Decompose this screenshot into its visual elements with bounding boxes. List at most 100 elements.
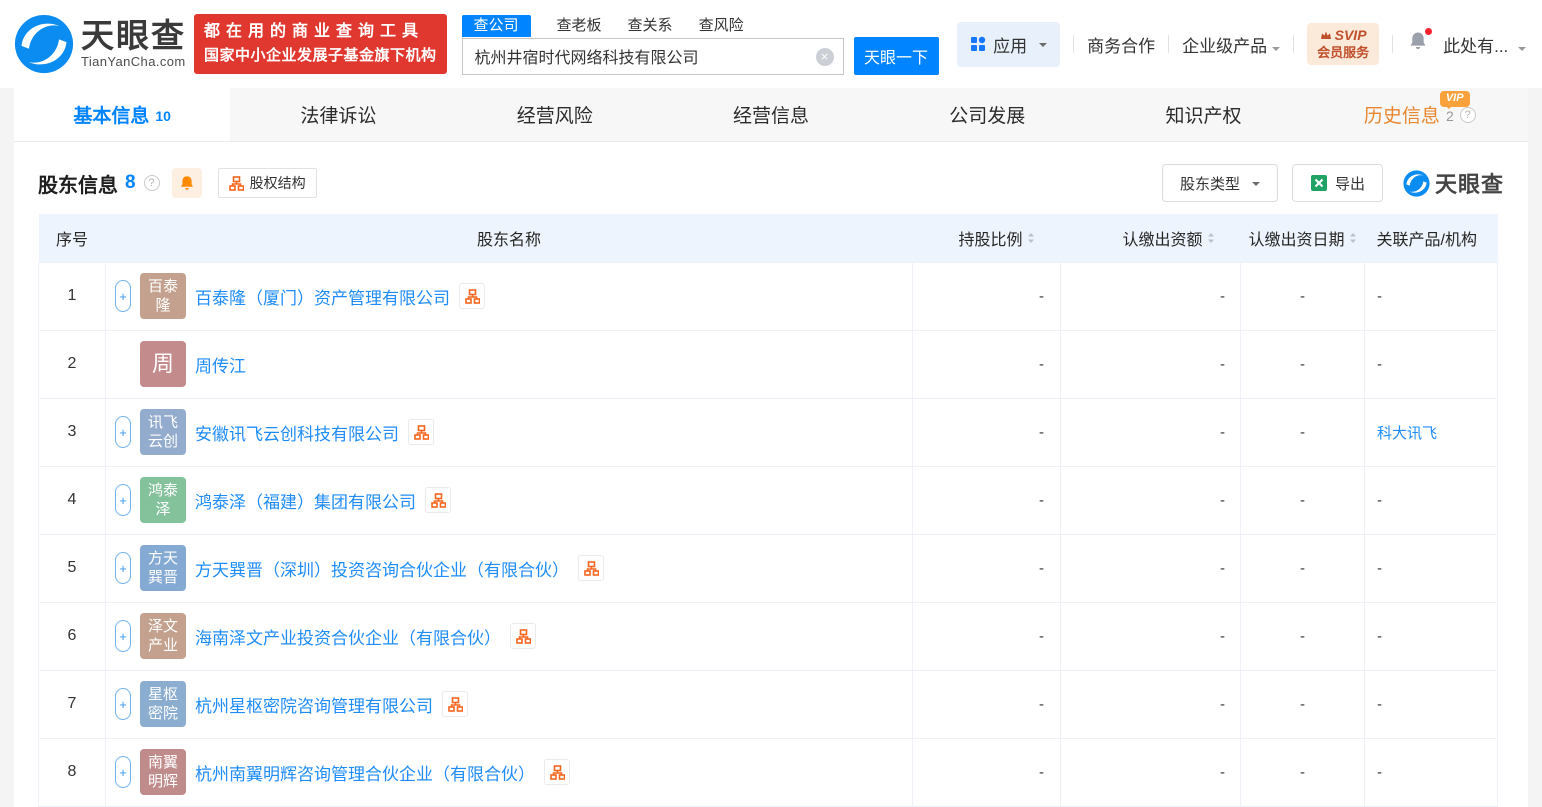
shareholder-avatar[interactable]: 泽文 产业 xyxy=(140,613,186,659)
tab-2[interactable]: 经营风险 xyxy=(447,88,663,141)
shareholder-avatar[interactable]: 南翼 明辉 xyxy=(140,749,186,795)
expand-button[interactable]: + xyxy=(115,416,131,448)
tab-4[interactable]: 公司发展 xyxy=(879,88,1095,141)
tab-6[interactable]: 历史信息 2? VIP xyxy=(1312,88,1528,141)
equity-chart-button[interactable] xyxy=(425,487,451,513)
search-block: 查公司 查老板 查关系 查风险 × 天眼一下 xyxy=(461,13,939,75)
search-tab-2[interactable]: 查关系 xyxy=(628,15,673,37)
nav-enterprise-products[interactable]: 企业级产品 xyxy=(1182,32,1281,57)
column-header-4[interactable]: 认缴出资日期 xyxy=(1240,214,1365,262)
related-cell: - xyxy=(1364,601,1498,671)
expand-button[interactable]: + xyxy=(115,620,131,652)
shareholder-name-link[interactable]: 杭州星枢密院咨询管理有限公司 xyxy=(195,692,433,717)
shareholder-avatar[interactable]: 星枢 密院 xyxy=(140,681,186,727)
equity-structure-button[interactable]: 股权结构 xyxy=(217,168,317,198)
expand-button[interactable]: + xyxy=(115,688,131,720)
tab-5[interactable]: 知识产权 xyxy=(1095,88,1311,141)
table-row: 5 + 方天 巽晋 方天巽晋（深圳）投资咨询合伙企业（有限合伙） - - - - xyxy=(38,533,1498,603)
shareholder-name-link[interactable]: 鸿泰泽（福建）集团有限公司 xyxy=(195,488,416,513)
ratio-cell: - xyxy=(912,261,1061,331)
help-icon[interactable]: ? xyxy=(143,175,160,191)
row-index: 5 xyxy=(38,533,106,603)
ratio-cell: - xyxy=(912,669,1061,739)
row-index: 7 xyxy=(38,669,106,739)
table-row: 6 + 泽文 产业 海南泽文产业投资合伙企业（有限合伙） - - - - xyxy=(38,601,1498,671)
search-input[interactable] xyxy=(461,37,844,75)
amount-cell: - xyxy=(1060,669,1241,739)
tianyancha-logo[interactable]: 天眼查 TianYanCha.com xyxy=(14,14,186,74)
related-cell: - xyxy=(1364,329,1498,399)
sort-icon[interactable] xyxy=(1349,232,1357,244)
shareholder-avatar[interactable]: 方天 巽晋 xyxy=(140,545,186,591)
notifications-bell-icon[interactable] xyxy=(1408,27,1434,57)
table-row: 7 + 星枢 密院 杭州星枢密院咨询管理有限公司 - - - - xyxy=(38,669,1498,739)
equity-chart-button[interactable] xyxy=(578,555,604,581)
logo-domain: TianYanCha.com xyxy=(81,54,186,69)
shareholder-avatar[interactable]: 鸿泰泽 xyxy=(140,477,186,523)
expand-button[interactable]: + xyxy=(115,484,131,516)
shareholder-name-link[interactable]: 百泰隆（厦门）资产管理有限公司 xyxy=(195,284,450,309)
equity-chart-button[interactable] xyxy=(544,759,570,785)
equity-chart-button[interactable] xyxy=(510,623,536,649)
crown-icon xyxy=(1320,31,1331,39)
amount-cell: - xyxy=(1060,533,1241,603)
tab-label: 历史信息 xyxy=(1363,106,1440,127)
date-cell: - xyxy=(1240,329,1365,399)
top-nav: 应用 商务合作 企业级产品 SVIP 会员服务 此处有... xyxy=(957,0,1526,88)
shareholder-name-link[interactable]: 安徽讯飞云创科技有限公司 xyxy=(195,420,399,445)
ratio-cell: - xyxy=(912,533,1061,603)
nav-business-cooperation[interactable]: 商务合作 xyxy=(1087,32,1155,57)
clear-search-icon[interactable]: × xyxy=(815,47,834,66)
column-header-3[interactable]: 认缴出资额 xyxy=(1060,214,1241,262)
section-title: 股东信息 xyxy=(38,174,118,197)
svip-member-badge[interactable]: SVIP 会员服务 xyxy=(1307,23,1380,65)
related-company-link[interactable]: 科大讯飞 xyxy=(1364,397,1498,467)
search-button[interactable]: 天眼一下 xyxy=(853,37,939,75)
search-tab-3[interactable]: 查风险 xyxy=(699,15,744,37)
expand-button[interactable]: + xyxy=(115,280,131,312)
help-icon[interactable]: ? xyxy=(1459,106,1476,123)
apps-label: 应用 xyxy=(993,36,1028,56)
export-button[interactable]: 导出 xyxy=(1291,164,1383,202)
shareholder-avatar[interactable]: 百泰隆 xyxy=(140,273,186,319)
sort-icon[interactable] xyxy=(1027,232,1035,244)
related-cell: - xyxy=(1364,669,1498,739)
section-count: 8 xyxy=(125,172,136,193)
divider xyxy=(1293,35,1295,53)
org-chart-icon xyxy=(413,424,429,440)
search-tab-0[interactable]: 查公司 xyxy=(461,15,531,37)
equity-chart-button[interactable] xyxy=(442,691,468,717)
ratio-cell: - xyxy=(912,329,1061,399)
shareholder-avatar[interactable]: 周 xyxy=(140,341,186,387)
sort-icon[interactable] xyxy=(1207,232,1215,244)
tab-0[interactable]: 基本信息 10 xyxy=(14,88,231,141)
shareholder-name-link[interactable]: 方天巽晋（深圳）投资咨询合伙企业（有限合伙） xyxy=(195,556,569,581)
expand-button[interactable]: + xyxy=(115,756,131,788)
ratio-cell: - xyxy=(912,601,1061,671)
amount-cell: - xyxy=(1060,737,1241,807)
expand-button[interactable]: + xyxy=(115,552,131,584)
org-chart-icon xyxy=(447,696,463,712)
search-tab-1[interactable]: 查老板 xyxy=(557,15,602,37)
date-cell: - xyxy=(1240,669,1365,739)
amount-cell: - xyxy=(1060,465,1241,535)
shareholder-avatar[interactable]: 讯飞 云创 xyxy=(140,409,186,455)
monitor-bell-button[interactable] xyxy=(171,168,202,198)
org-chart-icon xyxy=(515,628,531,644)
slogan-line2: 国家中小企业发展子基金旗下机构 xyxy=(204,47,437,64)
apps-menu[interactable]: 应用 xyxy=(957,21,1061,67)
column-header-0: 序号 xyxy=(38,214,106,262)
shareholder-name-link[interactable]: 海南泽文产业投资合伙企业（有限合伙） xyxy=(195,624,501,649)
tab-3[interactable]: 经营信息 xyxy=(663,88,879,141)
row-index: 3 xyxy=(38,397,106,467)
column-header-2[interactable]: 持股比例 xyxy=(912,214,1061,262)
shareholder-name-link[interactable]: 周传江 xyxy=(195,352,246,377)
shareholder-name-link[interactable]: 杭州南翼明辉咨询管理合伙企业（有限合伙） xyxy=(195,760,535,785)
shareholder-type-dropdown[interactable]: 股东类型 xyxy=(1161,164,1278,202)
equity-chart-button[interactable] xyxy=(408,419,434,445)
tab-1[interactable]: 法律诉讼 xyxy=(230,88,446,141)
row-index: 8 xyxy=(38,737,106,807)
equity-chart-button[interactable] xyxy=(459,283,485,309)
amount-cell: - xyxy=(1060,397,1241,467)
user-menu[interactable]: 此处有... xyxy=(1443,32,1526,57)
